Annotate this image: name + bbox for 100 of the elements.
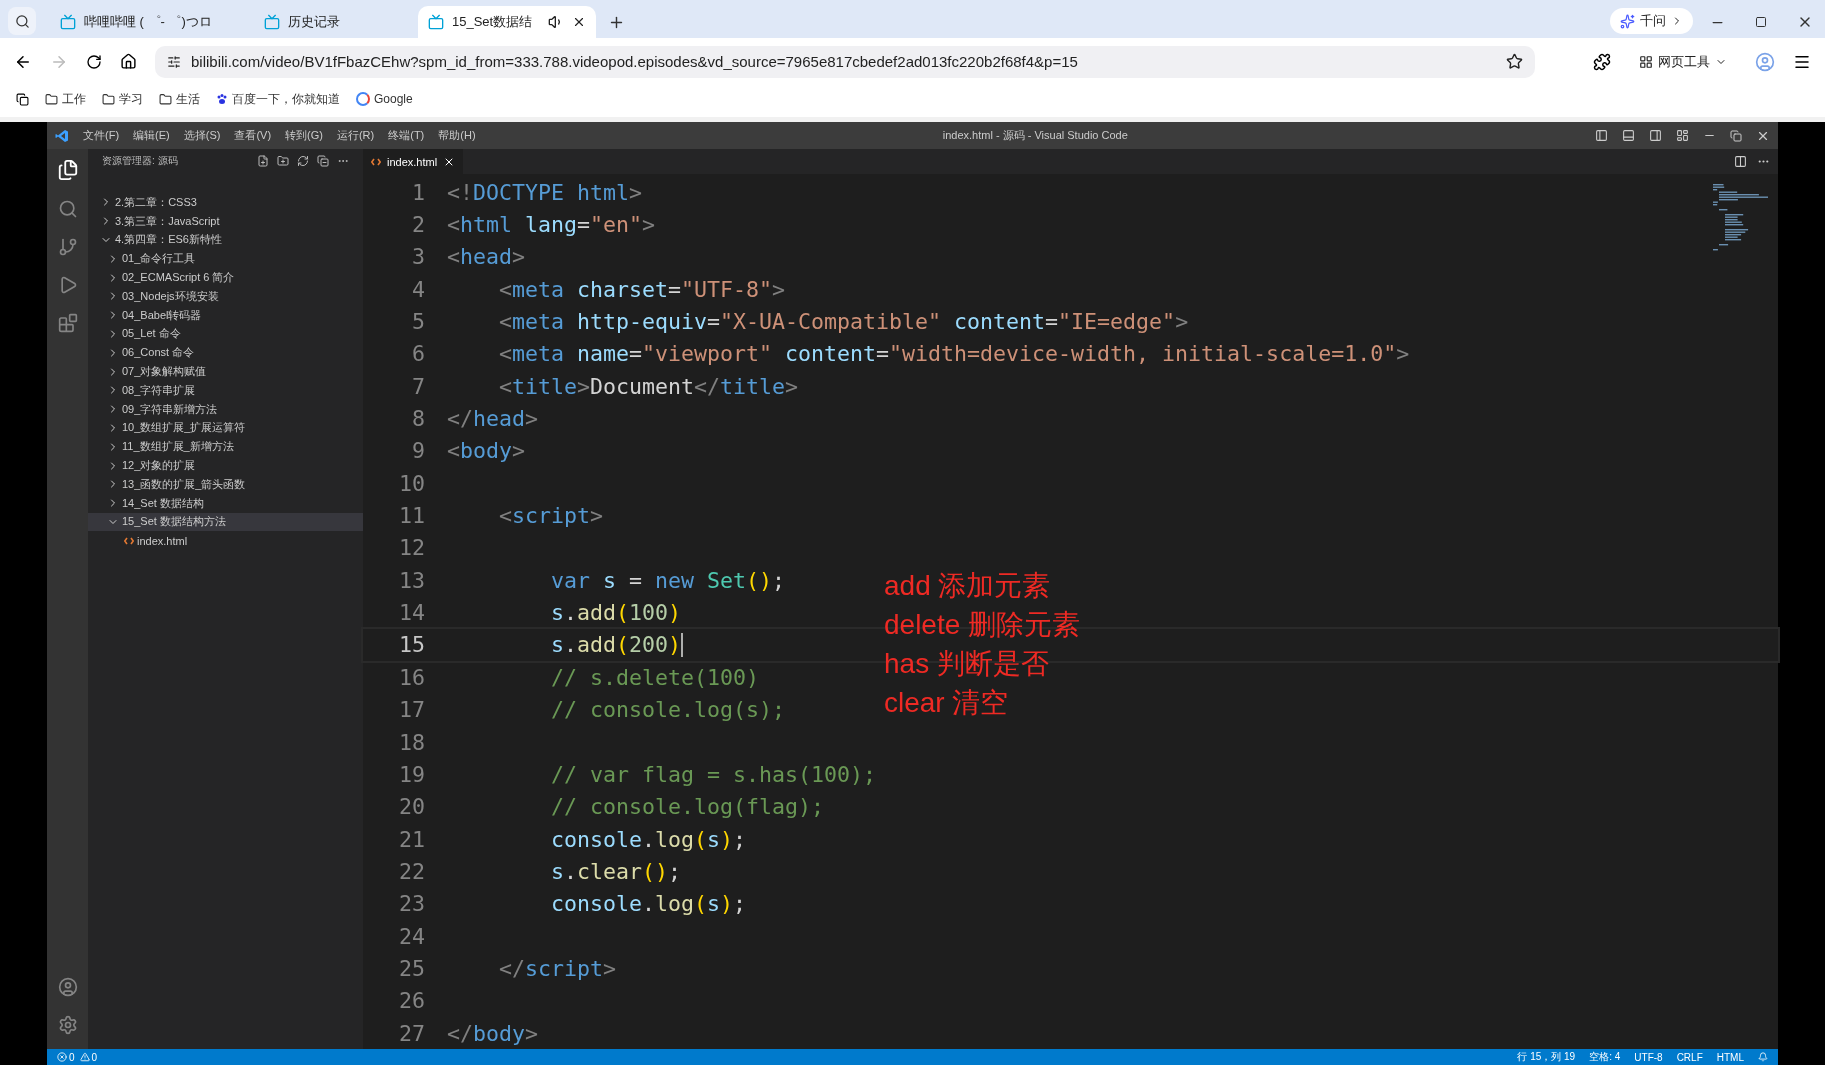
assistant-button[interactable]: 千问: [1610, 8, 1693, 34]
extensions-icon[interactable]: [1593, 52, 1611, 71]
folder-item[interactable]: 02_ECMAScript 6 简介: [88, 268, 363, 287]
code-line: <title>Document</title>: [498, 373, 799, 399]
bookmark[interactable]: Google: [356, 92, 413, 106]
layout-icon[interactable]: [1676, 129, 1689, 142]
status-item[interactable]: 空格: 4: [1589, 1050, 1621, 1064]
folder-item[interactable]: 03_Nodejs环境安装: [88, 287, 363, 306]
bookmark[interactable]: 工作: [45, 90, 86, 108]
new-folder-icon[interactable]: [277, 155, 289, 167]
star-icon[interactable]: [1506, 53, 1523, 70]
code-line: <meta http-equiv="X-UA-Compatible" content="IE=edge">: [498, 309, 1189, 335]
folder-item[interactable]: 12_对象的扩展: [88, 456, 363, 475]
folder-item[interactable]: 15_Set 数据结构方法: [88, 512, 363, 532]
folder-item[interactable]: 09_字符串新增方法: [88, 399, 363, 419]
tab-search-icon[interactable]: [8, 7, 36, 35]
bookmark[interactable]: 百度一下，你就知道: [216, 90, 340, 108]
folder-item[interactable]: 06_Const 命令: [88, 343, 363, 363]
folder-item[interactable]: 07_对象解构赋值: [88, 362, 363, 381]
tv-icon: [60, 14, 76, 30]
paw-icon: [216, 93, 228, 105]
restore-icon[interactable]: [1730, 129, 1742, 142]
account-icon[interactable]: [57, 977, 78, 997]
line-number: 1: [411, 179, 425, 205]
file-item[interactable]: index.html: [88, 531, 363, 551]
status-item[interactable]: 行 15，列 19: [1517, 1050, 1576, 1064]
line-number: 9: [411, 438, 425, 464]
bookmark[interactable]: 生活: [159, 90, 200, 108]
refresh-icon[interactable]: [297, 155, 309, 167]
folder-item[interactable]: 3.第三章：JavaScript: [88, 211, 363, 231]
split-editor-icon[interactable]: [1734, 155, 1747, 168]
home-icon[interactable]: [120, 53, 137, 70]
menu-item[interactable]: 运行(R): [336, 128, 375, 143]
browser-tab[interactable]: 15_Set数据结: [418, 6, 596, 38]
address-bar[interactable]: bilibili.com/video/BV1fFbazCEhw?spm_id_from=333.788.videopod.episodes&vd_source=7965e817cbedef2ad013fc220b2f68f4&p=15: [155, 45, 1535, 78]
code-line: // console.log(s);: [550, 697, 785, 723]
panel-toggle-icon[interactable]: [1622, 129, 1635, 142]
code-line: // var flag = s.has(100);: [550, 761, 877, 787]
bookmark[interactable]: 学习: [102, 90, 143, 108]
menu-item[interactable]: 查看(V): [234, 128, 272, 143]
line-number: 12: [398, 535, 425, 561]
code-line: <meta name="viewport" content="width=device-width, initial-scale=1.0">: [498, 341, 1410, 367]
menu-item[interactable]: 帮助(H): [438, 128, 476, 143]
tabs-icon[interactable]: [16, 92, 29, 106]
folder-item[interactable]: 10_数组扩展_扩展运算符: [88, 418, 363, 438]
bell-icon[interactable]: [1758, 1052, 1768, 1062]
annotation-text: clear 清空: [884, 686, 1010, 719]
folder-icon: [159, 92, 172, 106]
collapse-icon[interactable]: [317, 155, 329, 167]
line-number: 19: [398, 761, 425, 787]
folder-item[interactable]: 11_数组扩展_新增方法: [88, 437, 363, 457]
sidebar-toggle-icon[interactable]: [1595, 129, 1608, 142]
close-icon[interactable]: [572, 15, 586, 29]
folder-item[interactable]: 13_函数的扩展_箭头函数: [88, 474, 363, 494]
code-line: // s.delete(100): [550, 664, 759, 690]
error-icon: [57, 1052, 67, 1062]
folder-item[interactable]: 05_Let 命令: [88, 324, 363, 344]
status-item[interactable]: UTF-8: [1634, 1051, 1663, 1063]
folder-item[interactable]: 14_Set 数据结构: [88, 493, 363, 513]
status-item[interactable]: HTML: [1716, 1051, 1744, 1063]
line-number: 13: [398, 567, 425, 593]
window-title: index.html - 源码 - Visual Studio Code: [941, 128, 1129, 143]
reload-icon[interactable]: [86, 53, 102, 70]
explorer-icon[interactable]: [56, 159, 79, 181]
problems-status[interactable]: 0 0: [57, 1051, 98, 1063]
folder-item[interactable]: 04_Babel转码器: [88, 305, 363, 325]
browser-tab[interactable]: 哔哩哔哩 ( ゜- ゜)つロ: [50, 6, 250, 38]
code-line: <!DOCTYPE html>: [447, 179, 643, 205]
annotation-text: add 添加元素: [884, 569, 1052, 602]
settings-icon[interactable]: [57, 1015, 78, 1035]
line-number: 23: [398, 891, 425, 917]
folder-item[interactable]: 01_命令行工具: [88, 249, 363, 269]
site-settings-icon[interactable]: [167, 54, 181, 69]
menu-item[interactable]: 转到(G): [285, 128, 323, 143]
folder-item[interactable]: 4.第四章：ES6新特性: [88, 230, 363, 250]
line-number: 26: [398, 988, 425, 1014]
grid-icon: [1639, 54, 1653, 69]
folder-item[interactable]: 2.第二章：CSS3: [88, 193, 363, 212]
line-number: 25: [398, 955, 425, 981]
status-item[interactable]: CRLF: [1676, 1051, 1703, 1063]
folder-item[interactable]: 08_字符串扩展: [88, 380, 363, 400]
search-icon[interactable]: [57, 199, 78, 219]
annotation-text: has 判断是否: [884, 647, 1050, 680]
menu-item[interactable]: 选择(S): [183, 128, 221, 143]
line-number: 5: [411, 309, 425, 335]
code-line: <meta charset="UTF-8">: [498, 276, 786, 302]
code-brackets-icon: [124, 536, 134, 545]
code-brackets-icon: [371, 157, 381, 166]
line-number: 8: [411, 406, 425, 432]
line-number: 3: [411, 244, 425, 270]
menu-item[interactable]: 终端(T): [388, 128, 425, 143]
browser-tab[interactable]: 历史记录: [254, 6, 414, 38]
explorer-title: 资源管理器: 源码: [102, 154, 178, 168]
menu-item[interactable]: 编辑(E): [133, 128, 170, 143]
new-file-icon[interactable]: [257, 155, 269, 167]
menu-item[interactable]: 文件(F): [83, 128, 120, 143]
editor-tab[interactable]: index.html: [363, 149, 464, 174]
avatar-icon[interactable]: [1755, 51, 1775, 72]
secondary-sidebar-icon[interactable]: [1649, 129, 1662, 142]
source-control-icon[interactable]: [57, 237, 78, 257]
